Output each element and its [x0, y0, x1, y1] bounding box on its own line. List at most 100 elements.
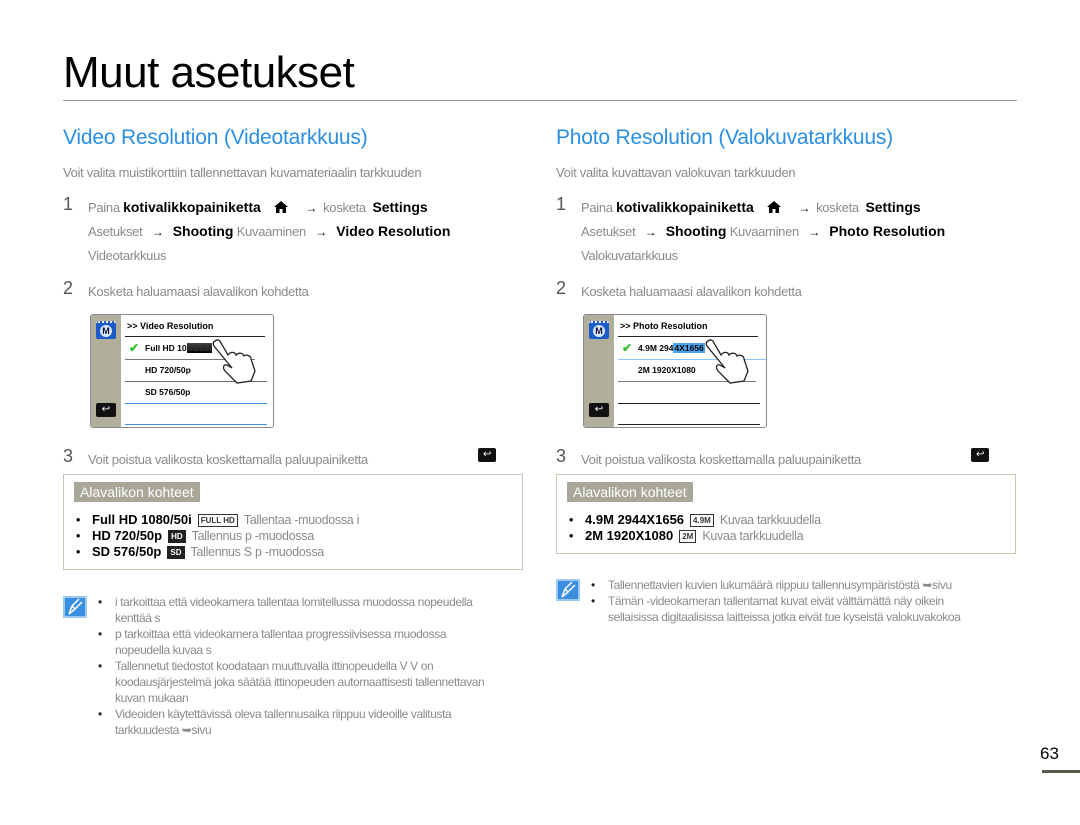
note-item: Tallennettavien kuvien lukumäärä riippuu… [591, 577, 996, 593]
divider [618, 424, 760, 425]
page-number: 63 [1040, 744, 1059, 763]
step-3: 3 Voit poistua valikosta koskettamalla p… [63, 446, 558, 471]
photo-4-9m-icon: 4.9M [690, 514, 714, 527]
item-label: HD 720/50p [145, 365, 191, 375]
menu-mode-icon[interactable]: M [589, 321, 609, 339]
step-2: 2 Kosketa haluamaasi alavalikon kohdetta [63, 278, 533, 303]
full-hd-icon: FULL HD [197, 514, 238, 527]
target-menu-label: Video Resolution [336, 223, 451, 239]
arrow-icon: → [798, 201, 811, 215]
check-icon: ✔ [129, 341, 140, 355]
step-text: Kuvaaminen [236, 224, 307, 239]
hd-icon: HD [168, 530, 186, 543]
check-icon: ✔ [622, 341, 633, 355]
submenu-item: Full HD 1080/50i FULL HD Tallentaa -muodos… [74, 512, 512, 528]
divider [125, 424, 267, 425]
back-icon[interactable]: ↩ [589, 403, 609, 417]
item-label: 2M 1920X1080 [638, 365, 696, 375]
step-text: Asetukset [581, 224, 636, 239]
note-item: Tallennetut tiedostot koodataan muuttuva… [98, 658, 503, 706]
step-number: 2 [556, 278, 566, 298]
item-name: 4.9M 2944X1656 [585, 512, 685, 527]
step-text: kosketa [816, 200, 859, 215]
page-title: Muut asetukset [63, 48, 355, 97]
home-button-label: kotivalikkopainiketta [616, 199, 754, 215]
item-name: Full HD 1080/50i [92, 512, 192, 527]
note-item: i tarkoittaa että videokamera tallentaa … [98, 594, 503, 626]
step-text: Videotarkkuus [88, 248, 167, 263]
item-desc: Tallennus S p -muodossa [190, 545, 325, 559]
menu-mode-icon[interactable]: M [96, 321, 116, 339]
item-desc: Tallentaa -muodossa i [243, 513, 360, 527]
note-item: p tarkoittaa että videokamera tallentaa … [98, 626, 503, 658]
step-number: 1 [63, 194, 73, 214]
touch-hand-icon [705, 339, 749, 384]
step-text: Paina [581, 200, 613, 215]
return-icon: ↩ [478, 448, 496, 462]
back-icon[interactable]: ↩ [96, 403, 116, 417]
item-label: SD 576/50p [145, 387, 191, 397]
screen-header: >> Video Resolution [127, 321, 214, 331]
step-text: Kuvaaminen [729, 224, 800, 239]
step-number: 2 [63, 278, 73, 298]
item-desc: Tallennus p -muodossa [191, 529, 315, 543]
step-number: 3 [556, 446, 566, 466]
step-1: 1 Paina kotivalikkopainiketta → kosketa S… [63, 194, 533, 267]
screen-menu-item[interactable]: SD 576/50p [127, 382, 267, 402]
divider [125, 403, 267, 404]
step-1: 1 Paina kotivalikkopainiketta → kosketa S… [556, 194, 1026, 267]
step-text: Valokuvatarkkuus [581, 248, 678, 263]
shooting-label: Shooting [665, 223, 727, 239]
item-desc: Kuvaa tarkkuudella [719, 513, 821, 527]
title-divider [63, 100, 1017, 101]
item-name: SD 576/50p [92, 544, 162, 559]
step-number: 3 [63, 446, 73, 466]
arrow-icon: → [808, 225, 820, 239]
section-title: Photo Resolution (Valokuvatarkkuus) [556, 126, 893, 149]
section-title: Video Resolution (Videotarkkuus) [63, 126, 368, 149]
step-text: Kosketa haluamaasi alavalikon kohdetta [581, 284, 802, 299]
item-label-highlight: 4X1656 [673, 343, 705, 353]
return-icon: ↩ [971, 448, 989, 462]
item-name: HD 720/50p [92, 528, 163, 543]
settings-label: Settings [865, 199, 921, 215]
note-item: Videoiden käytettävissä oleva tallennusa… [98, 706, 503, 738]
submenu-item: 2M 1920X1080 2M Kuvaa tarkkuudella [567, 528, 1005, 544]
note-pencil-icon [63, 596, 87, 618]
home-button-label: kotivalikkopainiketta [123, 199, 261, 215]
arrow-icon: → [315, 225, 327, 239]
submenu-items-box: Alavalikon kohteet 4.9M 2944X1656 4.9M Kuv… [556, 474, 1016, 554]
section-intro: Voit valita muistikorttiin tallennettava… [63, 165, 422, 180]
home-icon [274, 201, 289, 213]
item-desc: Kuvaa tarkkuudella [702, 529, 804, 543]
notes: i tarkoittaa että videokamera tallentaa … [63, 594, 503, 738]
page-number-bar [1042, 770, 1080, 773]
item-label-highlight: 80/50i [186, 343, 213, 353]
menu-mode-glyph: M [593, 325, 605, 337]
submenu-heading: Alavalikon kohteet [74, 482, 200, 502]
divider [618, 403, 760, 404]
submenu-item: HD 720/50p HD Tallennus p -muodossa [74, 528, 512, 544]
screen-header: >> Photo Resolution [620, 321, 708, 331]
note-item: Tämän -videokameran tallentamat kuvat ei… [591, 593, 996, 625]
photo-resolution-section: Photo Resolution (Valokuvatarkkuus) Voit… [556, 122, 1026, 624]
step-text: Asetukset [88, 224, 143, 239]
step-number: 1 [556, 194, 566, 214]
arrow-icon: → [644, 225, 657, 239]
section-intro: Voit valita kuvattavan valokuvan tarkkuu… [556, 165, 796, 180]
home-icon [767, 201, 782, 213]
shooting-label: Shooting [172, 223, 234, 239]
arrow-icon: → [151, 225, 164, 239]
item-label: Full HD 10 [145, 343, 187, 353]
sd-icon: SD [167, 546, 185, 559]
step-text: Paina [88, 200, 120, 215]
item-name: 2M 1920X1080 [585, 528, 674, 543]
submenu-item: 4.9M 2944X1656 4.9M Kuvaa tarkkuudella [567, 512, 1005, 528]
submenu-items-box: Alavalikon kohteet Full HD 1080/50i FULL … [63, 474, 523, 570]
photo-2m-icon: 2M [679, 530, 697, 543]
step-3: 3 Voit poistua valikosta koskettamalla p… [556, 446, 1051, 471]
item-label: 4.9M 294 [638, 343, 674, 353]
arrow-icon: → [305, 201, 318, 215]
camera-screen-video: M ↩ >> Video Resolution ✔ Full HD 1080/50… [90, 314, 274, 428]
step-text: Kosketa haluamaasi alavalikon kohdetta [88, 284, 309, 299]
